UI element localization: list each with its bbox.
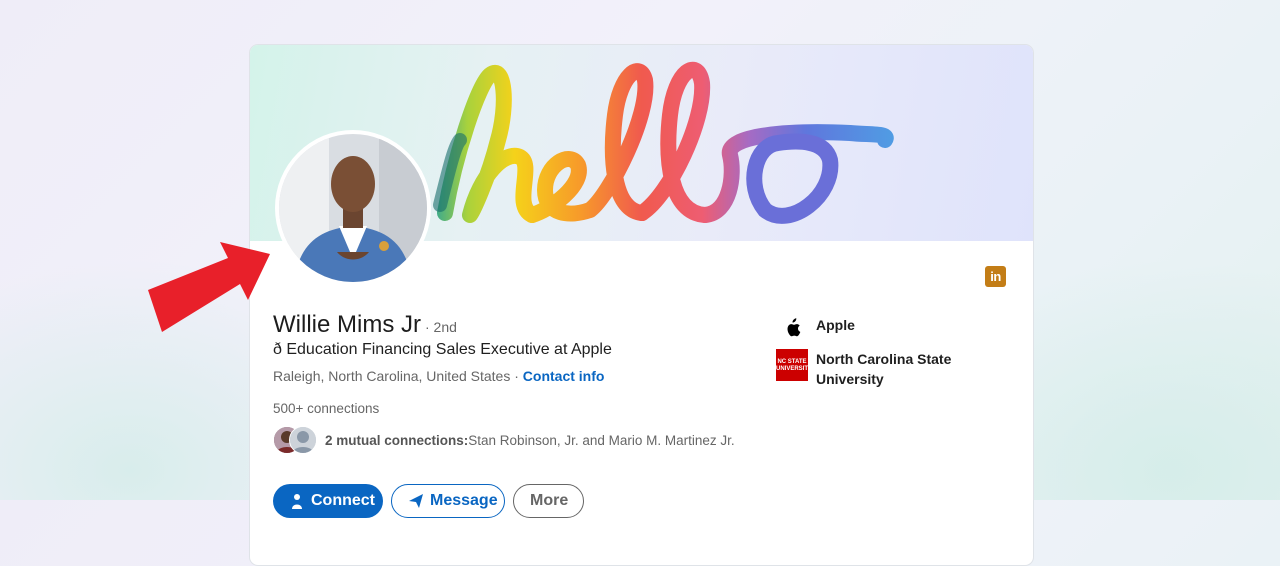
location-separator: · [510,368,523,384]
send-icon [408,493,424,509]
contact-info-link[interactable]: Contact info [523,368,605,384]
education-school[interactable]: NC STATE UNIVERSITY North Carolina State… [776,349,951,389]
mutual-connections-count: 2 mutual connections: [325,432,469,448]
red-arrow-icon [148,242,270,332]
connect-button[interactable]: Connect [273,484,383,518]
ncsu-logo: NC STATE UNIVERSITY [776,349,812,381]
school-name-line1: North Carolina State [816,351,952,367]
connection-degree: · 2nd [424,319,457,335]
profile-location: Raleigh, North Carolina, United States [273,368,511,384]
profile-photo-image [279,134,427,282]
more-label: More [530,492,569,509]
location-row: Raleigh, North Carolina, United States ·… [273,368,604,384]
message-button[interactable]: Message [391,484,505,518]
name-row: Willie Mims Jr · 2nd [273,311,457,341]
more-button[interactable]: More [513,484,584,518]
school-name: North Carolina State University [816,349,951,389]
connect-label: Connect [311,492,375,509]
company-name: Apple [816,317,855,333]
message-label: Message [430,492,498,509]
linkedin-icon[interactable]: in [985,266,1006,287]
add-person-icon [289,493,305,509]
school-name-line2: University [816,371,884,387]
mutual-connections-names: Stan Robinson, Jr. and Mario M. Martinez… [468,432,735,448]
mutual-avatars [273,426,319,454]
current-company[interactable]: Apple [776,312,855,344]
profile-photo[interactable] [275,130,431,286]
mutual-connections[interactable]: 2 mutual connections: Stan Robinson, Jr.… [273,426,735,454]
apple-icon [776,312,808,344]
profile-name: Willie Mims Jr [273,311,421,338]
avatar [289,426,317,454]
ncsu-logo-mark: NC STATE UNIVERSITY [776,349,812,381]
connections-count[interactable]: 500+ connections [273,401,379,416]
profile-headline: ð Education Financing Sales Executive at… [273,341,612,358]
